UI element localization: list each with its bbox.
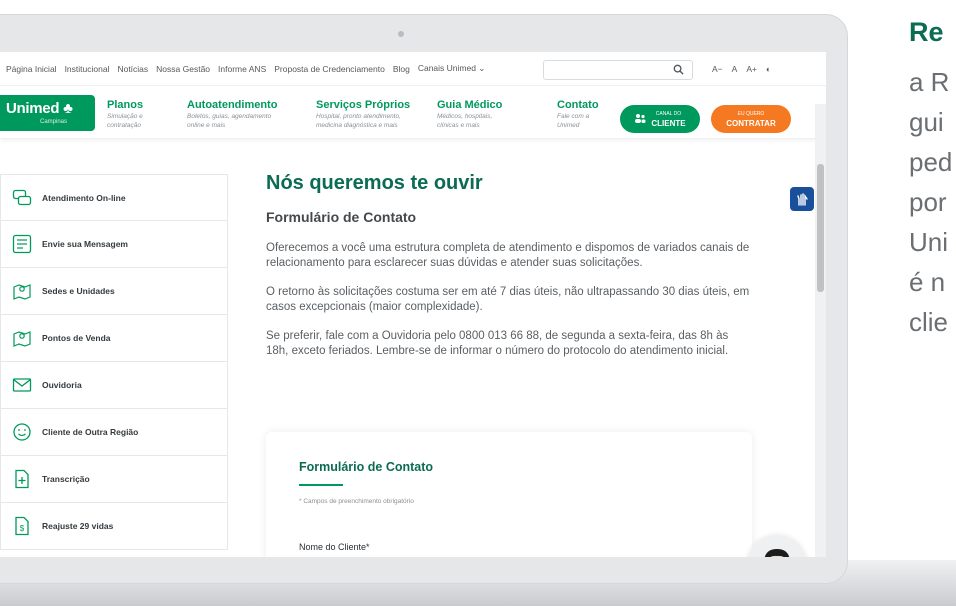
search-icon[interactable] [673,64,684,78]
sidebar-item-outra-regiao[interactable]: Cliente de Outra Região [0,409,228,456]
canal-do-cliente-button[interactable]: CANAL DO CLIENTE [620,105,700,133]
side-copy-line: a R [909,67,950,97]
search-input[interactable] [543,60,693,80]
main-content: Nós queremos te ouvir Formulário de Cont… [266,172,756,359]
nav-link-canais[interactable]: Canais Unimed ⌄ [418,63,486,74]
nav-link-ans[interactable]: Informe ANS [218,64,266,74]
users-icon [634,113,646,125]
form-title: Formulário de Contato [299,460,434,474]
accessibility-controls: A− A A+ ◐ [712,64,771,74]
sidebar-item-ouvidoria[interactable]: Ouvidoria [0,362,228,409]
nav-link-noticias[interactable]: Notícias [117,64,148,74]
map-pin-icon [12,328,32,348]
side-copy: Re a R gui ped por Uni é n clie [909,16,956,342]
quero-contratar-button[interactable]: EU QUERO CONTRATAR [711,105,791,133]
menu-autoatendimento[interactable]: Autoatendimento Boletos, guias, agendame… [187,99,277,130]
libras-accessibility-button[interactable] [790,187,814,211]
stage: Re a R gui ped por Uni é n clie Página I… [0,0,956,612]
font-reset-button[interactable]: A [732,64,738,74]
message-form-icon [12,234,32,254]
side-copy-line: é n [909,267,946,297]
nav-link-home[interactable]: Página Inicial [6,64,57,74]
menu-contato[interactable]: Contato Fale com a Unimed [557,99,599,130]
font-increase-button[interactable]: A+ [746,64,757,74]
camera-dot [398,31,404,37]
contrast-icon[interactable]: ◐ [766,64,771,74]
nav-link-gestao[interactable]: Nossa Gestão [156,64,210,74]
chat-icon [12,188,32,208]
document-plus-icon [12,469,32,489]
svg-text:$: $ [20,524,25,533]
document-dollar-icon: $ [12,516,32,536]
sidebar-item-atendimento-online[interactable]: Atendimento On-line [0,174,228,221]
assistant-face-icon [764,549,790,557]
scroll-thumb[interactable] [817,164,824,292]
side-copy-line: gui [909,107,944,137]
side-copy-line: ped [909,147,953,177]
browser-screen: Página Inicial Institucional Notícias No… [0,52,826,557]
sidebar-item-envie-mensagem[interactable]: Envie sua Mensagem [0,221,228,268]
page-scrollbar[interactable] [815,104,826,557]
map-pin-icon [12,281,32,301]
smile-icon [12,422,32,442]
font-decrease-button[interactable]: A− [712,64,723,74]
client-name-label: Nome do Cliente* [299,542,370,552]
response-time-paragraph: O retorno às solicitações costuma ser em… [266,286,750,313]
nav-link-institucional[interactable]: Institucional [65,64,110,74]
contact-form-card: Formulário de Contato * Campos de preenc… [266,432,752,557]
sidebar-item-sedes-unidades[interactable]: Sedes e Unidades [0,268,228,315]
side-copy-heading: Re [909,17,944,47]
side-copy-line: clie [909,307,949,337]
form-title-underline [299,484,343,486]
sidebar: Atendimento On-line Envie sua Mensagem S… [0,174,228,550]
side-copy-line: por [909,187,947,217]
envelope-icon [12,375,32,395]
hand-sign-icon [797,193,808,206]
menu-servicos-proprios[interactable]: Serviços Próprios Hospital, pronto atend… [316,99,410,130]
page-title: Nós queremos te ouvir [266,172,483,194]
menu-guia-medico[interactable]: Guia Médico Médicos, hospitais, clínicas… [437,99,502,130]
unimed-logo[interactable]: Unimed ♣ Campinas [0,95,95,131]
top-nav: Página Inicial Institucional Notícias No… [0,52,826,86]
section-subtitle: Formulário de Contato [266,209,417,225]
required-fields-note: * Campos de preenchimento obrigatório [299,498,414,505]
chat-assistant-avatar[interactable] [747,535,807,557]
intro-paragraph: Oferecemos a você uma estrutura completa… [266,242,750,269]
sidebar-item-pontos-venda[interactable]: Pontos de Venda [0,315,228,362]
main-header: Unimed ♣ Campinas Planos Simulação e con… [0,87,826,139]
sidebar-item-transcricao[interactable]: Transcrição [0,456,228,503]
sidebar-item-reajuste[interactable]: $ Reajuste 29 vidas [0,503,228,550]
ouvidoria-paragraph: Se preferir, fale com a Ouvidoria pelo 0… [266,330,729,357]
side-copy-line: Uni [909,227,949,257]
nav-link-blog[interactable]: Blog [393,64,410,74]
nav-link-credenciamento[interactable]: Proposta de Credenciamento [274,64,385,74]
menu-planos[interactable]: Planos Simulação e contratação [107,99,143,130]
